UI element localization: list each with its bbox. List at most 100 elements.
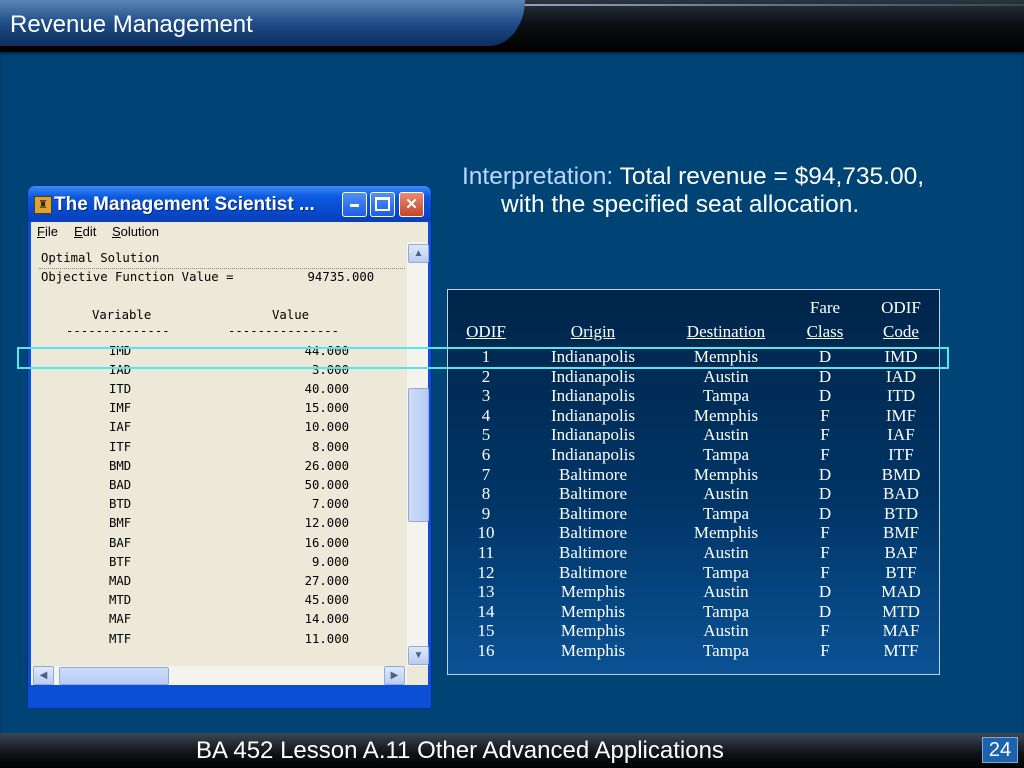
output-variable-name: BAF — [109, 535, 132, 550]
value-header-underline: --------------- — [228, 324, 340, 338]
output-variable-name: BMD — [109, 458, 132, 473]
origin-header: Origin — [570, 322, 616, 341]
odif-code-cell: IAF — [887, 425, 915, 445]
output-variable-value: 27.000 — [304, 573, 349, 588]
output-variable-value: 12.000 — [304, 516, 349, 531]
window-bottom-strip — [31, 685, 428, 705]
close-button[interactable]: ✕ — [399, 192, 424, 217]
output-variable-value: 26.000 — [304, 458, 349, 473]
interpretation-label: Interpretation: — [462, 163, 614, 190]
origin-cell: Indianapolis — [550, 445, 636, 464]
window-title: The Management Scientist ... — [54, 194, 315, 215]
output-pane: Optimal Solution Objective Function Valu… — [31, 242, 429, 685]
odif-code-cell: IMD — [884, 347, 918, 366]
odif-code-cell: BTD — [884, 503, 918, 523]
origin-cell: Indianapolis — [550, 405, 636, 425]
odif-code-cell: MAF — [882, 621, 920, 641]
output-variable-name: IAD — [109, 362, 132, 377]
origin-cell: Baltimore — [559, 562, 627, 582]
chevron-left-icon: ◀ — [39, 670, 48, 681]
origin-cell: Indianapolis — [550, 347, 636, 366]
output-variable-value: 3.000 — [311, 362, 349, 377]
origin-cell: Indianapolis — [550, 366, 636, 386]
output-variable-name: MAD — [109, 573, 132, 588]
scroll-right-button[interactable]: ▶ — [384, 666, 405, 685]
odif-table: Fare ODIF ODIF Origin Destination Class Code 1 I… — [447, 289, 940, 675]
app-icon: ♜ — [34, 196, 52, 214]
odif-code-cell: MTF — [883, 641, 919, 660]
odif-code-cell: ITD — [886, 386, 916, 406]
menu-solution[interactable]: Solution — [112, 224, 159, 239]
menu-edit[interactable]: Edit — [74, 224, 96, 239]
origin-cell: Baltimore — [559, 543, 627, 562]
odif-code-cell: MAD — [881, 582, 921, 602]
odif-code-header: Code — [883, 322, 919, 341]
odif-code-header-top: ODIF — [881, 298, 921, 317]
output-variable-name: MTF — [109, 631, 132, 646]
output-variable-value: 40.000 — [304, 381, 349, 396]
maximize-icon — [375, 196, 390, 211]
odif-code-cell: BAD — [883, 484, 919, 504]
origin-cell: Indianapolis — [550, 386, 636, 406]
output-variable-value: 50.000 — [304, 477, 349, 492]
output-variable-name: ITF — [109, 439, 132, 454]
scroll-up-button[interactable]: ▲ — [408, 244, 429, 263]
chevron-up-icon: ▲ — [413, 248, 424, 259]
odif-code-cell: BAF — [884, 543, 918, 562]
output-variable-name: IMF — [109, 401, 132, 416]
output-variable-value: 7.000 — [311, 497, 349, 512]
origin-cell: Memphis — [560, 582, 626, 602]
horizontal-scrollbar[interactable]: ◀ ▶ — [31, 666, 407, 685]
origin-cell: Memphis — [560, 621, 626, 641]
variable-header-underline: -------------- — [66, 324, 170, 338]
output-variable-value: 11.000 — [304, 631, 349, 646]
output-variable-name: MTD — [109, 593, 132, 608]
odif-code-cell: BMD — [881, 464, 921, 484]
management-scientist-window: ♜ The Management Scientist ... ✕ File Ed… — [27, 185, 432, 709]
output-variable-value: 45.000 — [304, 593, 349, 608]
origin-cell: Memphis — [560, 601, 626, 621]
output-variable-value: 16.000 — [304, 535, 349, 550]
output-variable-value: 8.000 — [311, 439, 349, 454]
minimize-icon — [350, 204, 359, 207]
slide-title: Revenue Management — [10, 11, 253, 38]
output-variable-value: 9.000 — [311, 554, 349, 569]
menu-file[interactable]: File — [37, 224, 58, 239]
odif-code-cell: ITF — [888, 445, 914, 464]
horizontal-scroll-thumb[interactable] — [59, 667, 169, 685]
odif-code-cell: BMF — [883, 523, 919, 543]
origin-cell: Memphis — [560, 641, 626, 660]
window-title-bar[interactable]: ♜ The Management Scientist ... ✕ — [28, 186, 431, 222]
output-variable-name: BTF — [109, 554, 132, 569]
output-variable-name: MAF — [109, 612, 132, 627]
output-variable-name: BAD — [109, 477, 132, 492]
objective-value-line: Objective Function Value = 94735.000 — [41, 270, 375, 284]
chevron-right-icon: ▶ — [390, 670, 399, 681]
minimize-button[interactable] — [342, 192, 367, 217]
interpretation-line-1: Total revenue = $94,735.00, — [619, 163, 925, 190]
footer-text: BA 452 Lesson A.11 Other Advanced Applic… — [196, 737, 724, 764]
odif-code-cell: BTF — [885, 562, 917, 582]
origin-cell: Indianapolis — [550, 425, 636, 445]
odif-code-cell: MTD — [882, 601, 920, 621]
menu-bar: File Edit Solution — [31, 222, 428, 242]
title-bar-sheen — [525, 4, 1024, 6]
solution-output-text[interactable]: Optimal Solution Objective Function Valu… — [39, 250, 407, 654]
interpretation-text: Interpretation: Total revenue = $94,735.… — [462, 163, 1012, 219]
origin-cell: Baltimore — [559, 464, 627, 484]
interpretation-line-2: with the specified seat allocation. — [501, 191, 860, 218]
maximize-button[interactable] — [370, 192, 395, 217]
origin-cell: Baltimore — [559, 503, 627, 523]
output-variable-value: 15.000 — [304, 401, 349, 416]
output-variable-value: 14.000 — [304, 612, 349, 627]
odif-code-cell: IAD — [885, 366, 917, 386]
output-variable-name: ITD — [109, 381, 132, 396]
output-variable-value: 44.000 — [304, 343, 349, 358]
output-variable-name: IMD — [109, 343, 132, 358]
scroll-left-button[interactable]: ◀ — [33, 666, 54, 685]
output-variable-name: IAF — [109, 420, 132, 435]
output-variable-value: 10.000 — [304, 420, 349, 435]
close-icon: ✕ — [405, 196, 418, 213]
origin-cell: Baltimore — [559, 523, 627, 543]
output-variable-name: BTD — [109, 497, 132, 512]
